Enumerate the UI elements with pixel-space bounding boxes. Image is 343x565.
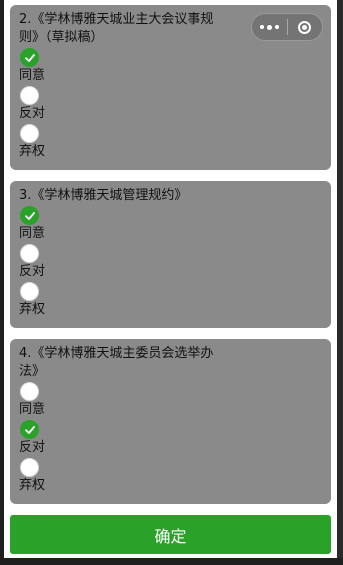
option-label-abstain: 弃权 [19,302,46,317]
radio-oppose[interactable] [20,244,39,263]
checkmark-icon [24,425,35,434]
radio-oppose[interactable] [20,420,39,439]
question-card-3: 3.《学林博雅天城管理规约》 同意 反对 弃权 [10,181,331,328]
option-label-oppose: 反对 [19,440,46,455]
option-label-agree: 同意 [19,402,46,417]
option-label-agree: 同意 [19,226,46,241]
option-label-oppose: 反对 [19,106,46,121]
radio-agree[interactable] [20,48,39,67]
more-dots-icon[interactable] [252,24,287,30]
radio-oppose[interactable] [20,86,39,105]
radio-abstain[interactable] [20,282,39,301]
option-label-abstain: 弃权 [19,144,46,159]
question-card-2: 2.《学林博雅天城业主大会议事规则》（草拟稿） 同意 反对 弃权 [10,5,331,170]
mini-program-capsule [251,13,323,41]
question-title: 2.《学林博雅天城业主大会议事规则》（草拟稿） [19,12,214,45]
radio-abstain[interactable] [20,124,39,143]
scrollbar[interactable] [337,0,343,558]
radio-abstain[interactable] [20,458,39,477]
question-title: 4.《学林博雅天城主委员会选举办法》 [19,346,214,379]
question-title: 3.《学林博雅天城管理规约》 [19,188,188,203]
checkmark-icon [24,211,35,220]
confirm-button[interactable]: 确定 [10,515,331,554]
option-label-abstain: 弃权 [19,478,46,493]
option-label-oppose: 反对 [19,264,46,279]
option-label-agree: 同意 [19,68,46,83]
page-frame: 2.《学林博雅天城业主大会议事规则》（草拟稿） 同意 反对 弃权 3.《学林博雅… [4,0,337,558]
question-card-4: 4.《学林博雅天城主委员会选举办法》 同意 反对 弃权 [10,339,331,504]
radio-agree[interactable] [20,206,39,225]
radio-agree[interactable] [20,382,39,401]
checkmark-icon [24,53,35,62]
target-close-icon[interactable] [287,20,322,34]
